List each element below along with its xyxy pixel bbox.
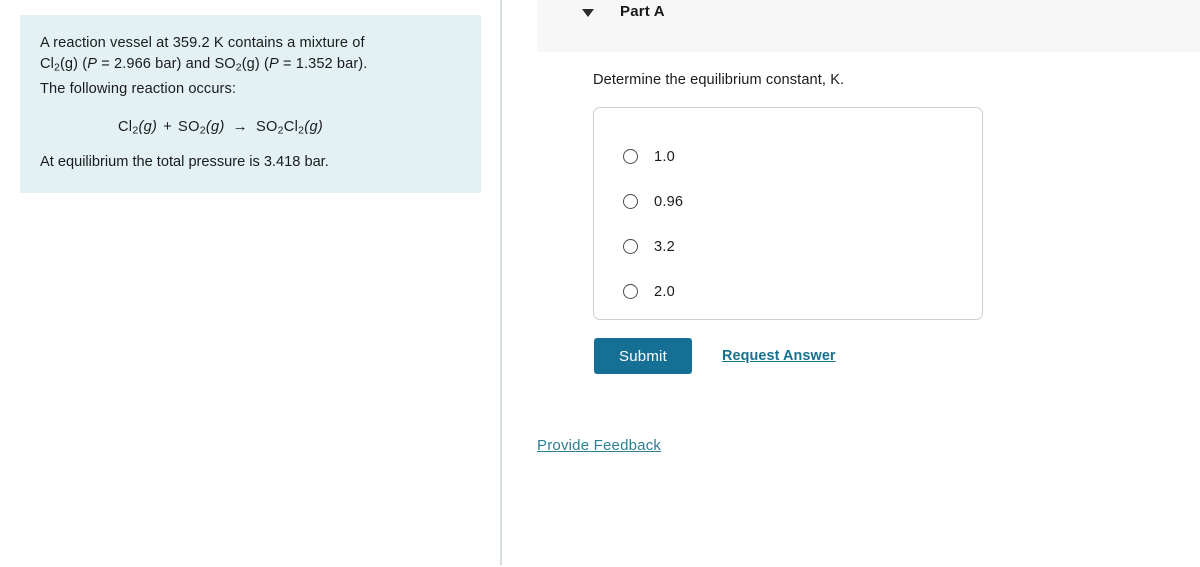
submit-button[interactable]: Submit <box>594 338 692 374</box>
question-prompt: Determine the equilibrium constant, K. <box>593 72 845 88</box>
pressure-value-1: = 2.966 bar) and SO <box>97 56 236 72</box>
problem-pane: A reaction vessel at 359.2 K contains a … <box>0 0 500 567</box>
page-root: A reaction vessel at 359.2 K contains a … <box>0 0 1200 567</box>
equation-arrow-icon: → <box>232 117 248 135</box>
pressure-symbol-1: P <box>87 56 98 72</box>
equation-reactant-1: Cl2(g) <box>117 118 158 137</box>
choice-option-3[interactable]: 3.2 <box>594 224 982 269</box>
equation-reactant-2: SO2(g) <box>178 118 225 137</box>
choice-label: 3.2 <box>654 238 675 255</box>
choice-option-2[interactable]: 0.96 <box>594 179 982 224</box>
part-a-pane: Part A Determine the equilibrium constan… <box>502 0 1200 567</box>
part-title: Part A <box>620 3 665 20</box>
action-row: Submit Request Answer <box>594 338 836 374</box>
choice-option-4[interactable]: 2.0 <box>594 269 982 314</box>
radio-button-icon[interactable] <box>623 284 638 299</box>
radio-button-icon[interactable] <box>623 194 638 209</box>
choice-label: 1.0 <box>654 148 675 165</box>
choice-option-1[interactable]: 1.0 <box>594 134 982 179</box>
chem-cl2-prefix: Cl <box>40 56 54 72</box>
choice-label: 0.96 <box>654 193 684 210</box>
chemical-equation: Cl2(g) + SO2(g) → SO2Cl2(g) <box>40 118 461 137</box>
provide-feedback-link[interactable]: Provide Feedback <box>537 437 661 454</box>
pressure-value-2: = 1.352 bar). <box>278 56 368 72</box>
chem-so2-state: (g) ( <box>241 56 269 72</box>
equation-plus-sign: + <box>163 118 173 135</box>
request-answer-link[interactable]: Request Answer <box>722 348 836 364</box>
answer-choices-box: 1.0 0.96 3.2 2.0 <box>593 107 983 320</box>
chem-cl2-state: (g) ( <box>59 56 88 72</box>
problem-statement-card: A reaction vessel at 359.2 K contains a … <box>20 15 481 194</box>
problem-line-1: A reaction vessel at 359.2 K contains a … <box>40 35 365 51</box>
problem-line-4: At equilibrium the total pressure is 3.4… <box>40 154 329 171</box>
problem-line-3: The following reaction occurs: <box>40 80 237 97</box>
choice-label: 2.0 <box>654 283 675 300</box>
triangle-down-icon[interactable] <box>582 9 594 17</box>
part-header-bar: Part A <box>537 0 1200 52</box>
pressure-symbol-2: P <box>268 56 279 72</box>
radio-button-icon[interactable] <box>623 239 638 254</box>
radio-button-icon[interactable] <box>623 149 638 164</box>
equation-product: SO2Cl2(g) <box>255 118 324 137</box>
problem-line-2: Cl2(g) (P = 2.966 bar) and SO2(g) (P = 1… <box>40 54 461 79</box>
